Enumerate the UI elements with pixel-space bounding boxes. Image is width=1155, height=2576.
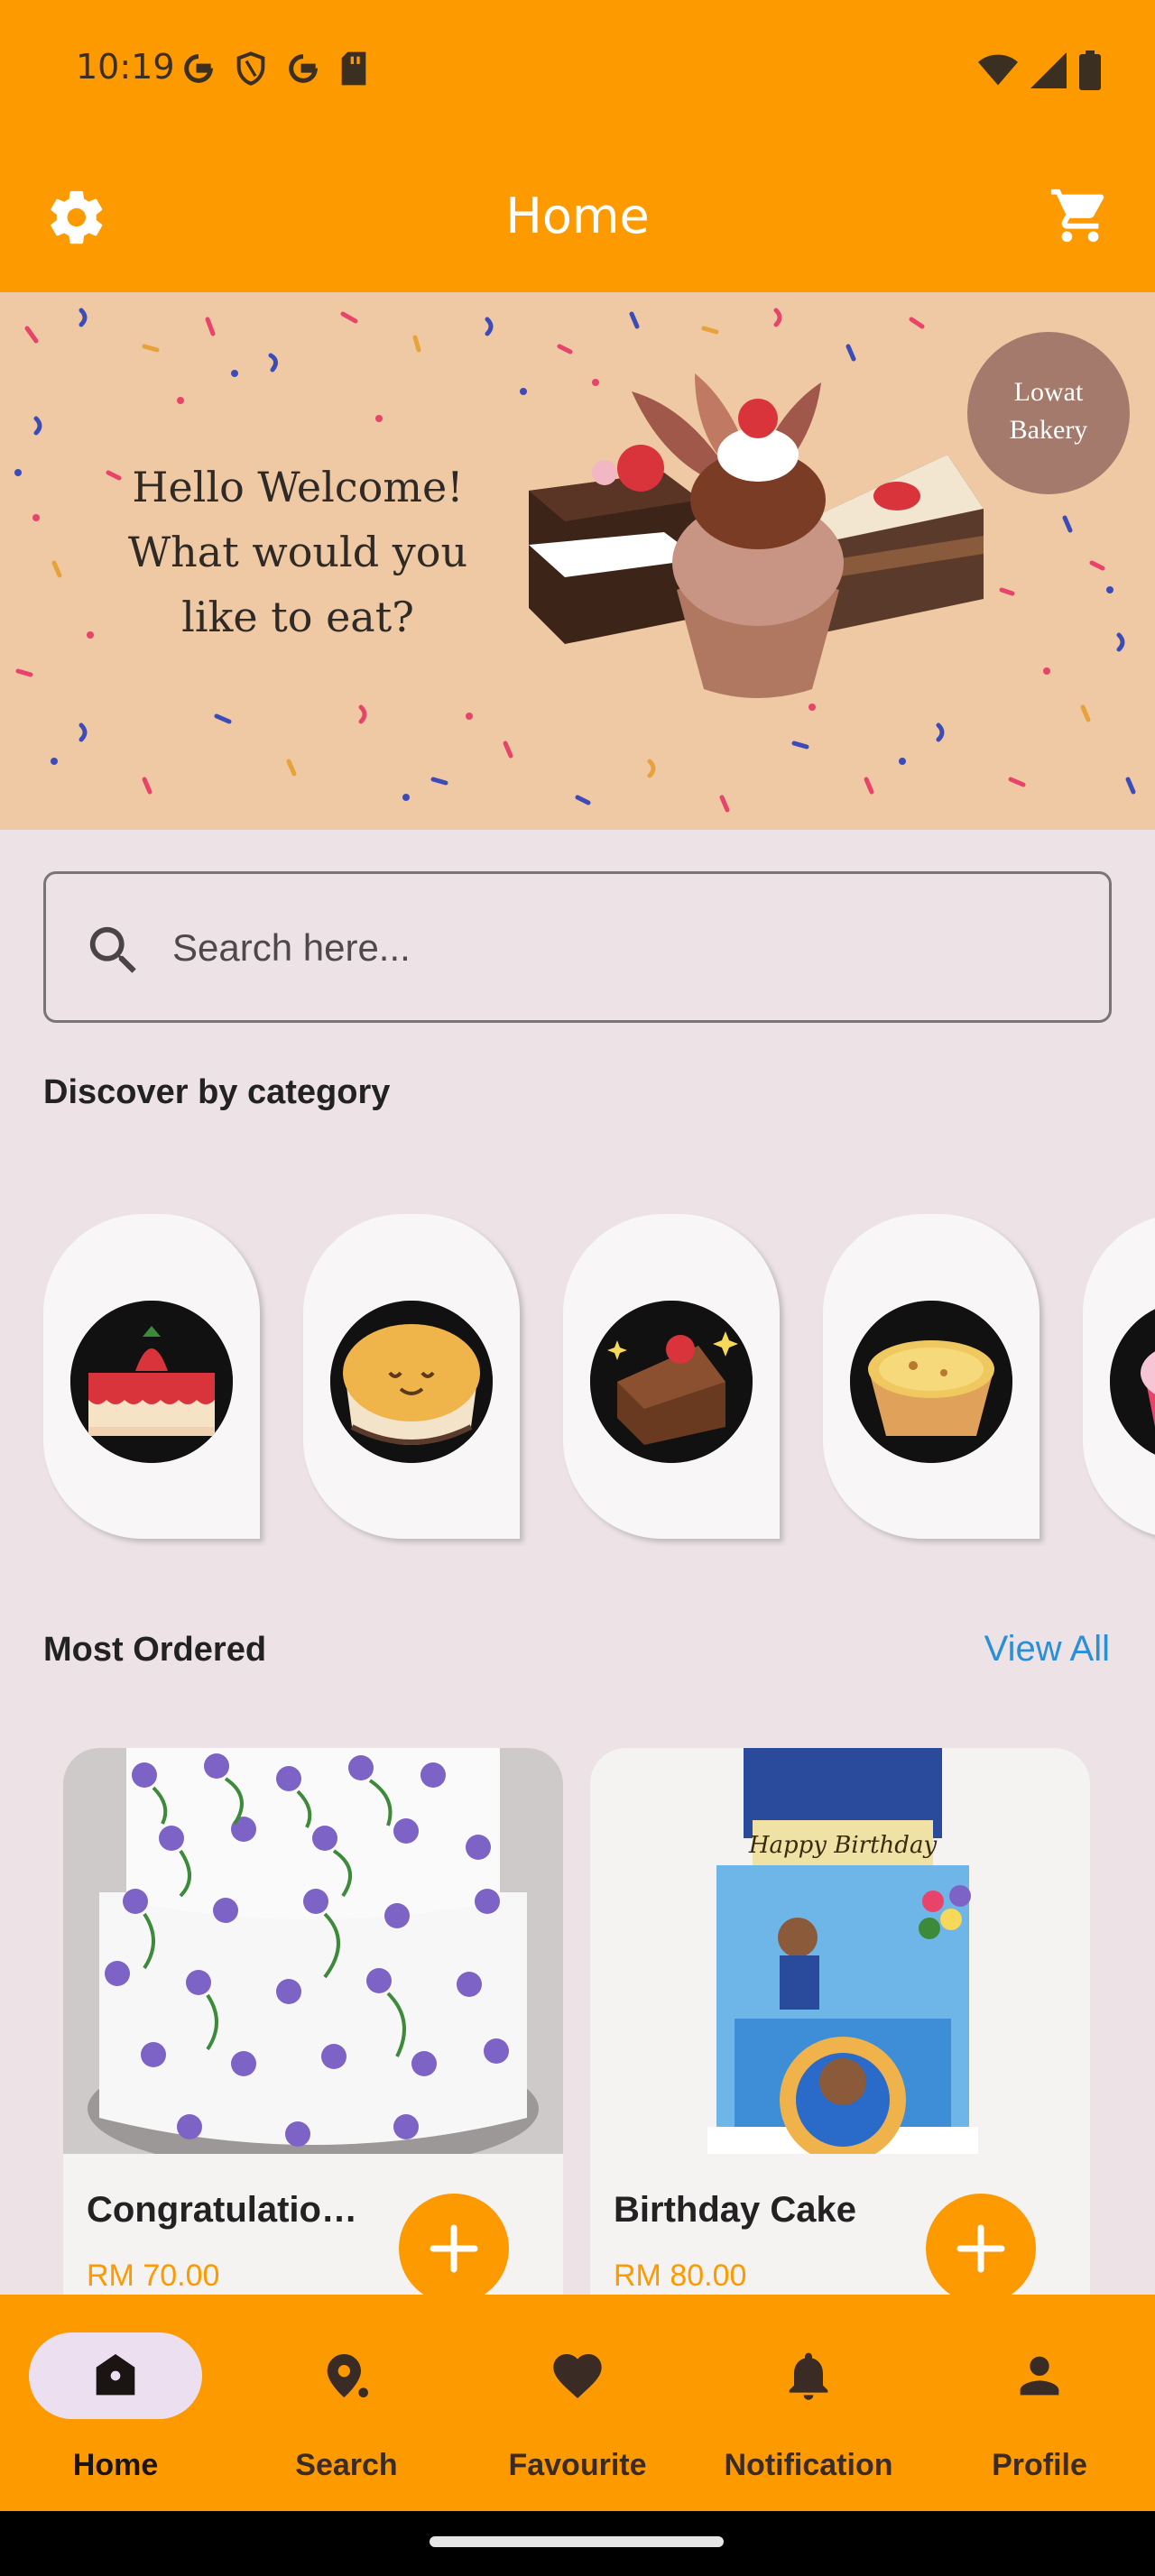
- search-icon: [89, 926, 136, 973]
- product-image: [63, 1748, 563, 2154]
- status-system-icons: [978, 51, 1101, 90]
- product-name: Congratulatio…: [87, 2190, 357, 2230]
- category-carousel[interactable]: [0, 1214, 1155, 1548]
- strawberry-cake-icon: [70, 1301, 233, 1463]
- home-gesture-handle[interactable]: [430, 2536, 724, 2547]
- product-image: Happy Birthday: [590, 1748, 1090, 2154]
- product-name: Birthday Cake: [614, 2190, 856, 2230]
- most-ordered-title: Most Ordered: [43, 1631, 267, 1669]
- shield-icon: [236, 51, 265, 86]
- home-icon: [96, 2354, 135, 2396]
- category-card-egg-tarts[interactable]: [823, 1214, 1040, 1539]
- banner-message: Hello Welcome! What would you like to ea…: [108, 455, 487, 649]
- bakery-logo: Lowat Bakery: [967, 332, 1130, 494]
- nav-item-profile[interactable]: Profile: [924, 2295, 1155, 2511]
- egg-tart-icon: [850, 1301, 1012, 1463]
- heart-icon: [553, 2354, 602, 2398]
- brownie-icon: [590, 1301, 753, 1463]
- view-all-link[interactable]: View All: [984, 1629, 1110, 1670]
- plus-icon: [430, 2224, 478, 2273]
- banner-line-1: Hello Welcome!: [132, 463, 464, 511]
- page-title: Home: [505, 188, 650, 244]
- category-card-pudding[interactable]: [303, 1214, 520, 1539]
- nav-label-home: Home: [72, 2448, 159, 2482]
- bakery-logo-line-1: Lowat: [1013, 377, 1084, 407]
- add-to-cart-button[interactable]: [399, 2194, 509, 2304]
- bottom-navigation: Home Search Favourite Notification Profi…: [0, 2295, 1155, 2511]
- cart-button[interactable]: [1049, 184, 1112, 247]
- nav-item-favourite[interactable]: Favourite: [462, 2295, 693, 2511]
- nav-item-search[interactable]: Search: [231, 2295, 462, 2511]
- plus-icon: [956, 2224, 1005, 2273]
- product-card-congratulations[interactable]: Congratulatio… RM 70.00: [63, 1748, 563, 2325]
- search-field[interactable]: [43, 871, 1112, 1023]
- category-card-cakes[interactable]: [43, 1214, 260, 1539]
- signal-icon: [1030, 52, 1067, 88]
- google-icon: [184, 54, 214, 83]
- status-bar: 10:19: [0, 0, 1155, 144]
- cupcake-icon: [1110, 1301, 1155, 1463]
- nav-label-profile: Profile: [992, 2448, 1087, 2482]
- cakes-illustration: [529, 373, 984, 698]
- search-input[interactable]: [172, 906, 1057, 989]
- banner-line-2: What would you: [127, 528, 468, 576]
- status-notification-icons: [180, 51, 370, 87]
- status-time: 10:19: [76, 47, 175, 87]
- pudding-icon: [330, 1301, 493, 1463]
- nav-label-favourite: Favourite: [508, 2448, 647, 2482]
- battery-icon: [1079, 51, 1101, 90]
- category-section-title: Discover by category: [43, 1073, 391, 1111]
- app-bar: Home: [0, 144, 1155, 292]
- bell-icon: [789, 2352, 828, 2400]
- google-icon: [289, 54, 319, 83]
- search-location-icon: [327, 2354, 368, 2397]
- add-to-cart-button[interactable]: [926, 2194, 1036, 2304]
- category-card-cupcakes[interactable]: [1083, 1214, 1155, 1539]
- product-price: RM 80.00: [614, 2259, 747, 2293]
- nav-item-notification[interactable]: Notification: [693, 2295, 924, 2511]
- product-price: RM 70.00: [87, 2259, 220, 2293]
- product-card-birthday[interactable]: Happy Birthday Birthday Cake RM 80.00: [590, 1748, 1090, 2325]
- person-icon: [1020, 2356, 1059, 2396]
- category-card-brownies[interactable]: [563, 1214, 780, 1539]
- banner-line-3: like to eat?: [181, 593, 414, 641]
- bakery-logo-line-2: Bakery: [1009, 415, 1088, 445]
- nav-label-search: Search: [295, 2448, 398, 2482]
- svg-text:Happy Birthday: Happy Birthday: [748, 1832, 938, 1859]
- sd-card-icon: [341, 51, 366, 86]
- system-gesture-area: [0, 2511, 1155, 2576]
- cart-icon: [1050, 189, 1104, 243]
- nav-item-home[interactable]: Home: [0, 2295, 231, 2511]
- wifi-icon: [978, 54, 1018, 86]
- nav-label-notification: Notification: [724, 2448, 893, 2482]
- welcome-banner[interactable]: Hello Welcome! What would you like to ea…: [0, 292, 1155, 830]
